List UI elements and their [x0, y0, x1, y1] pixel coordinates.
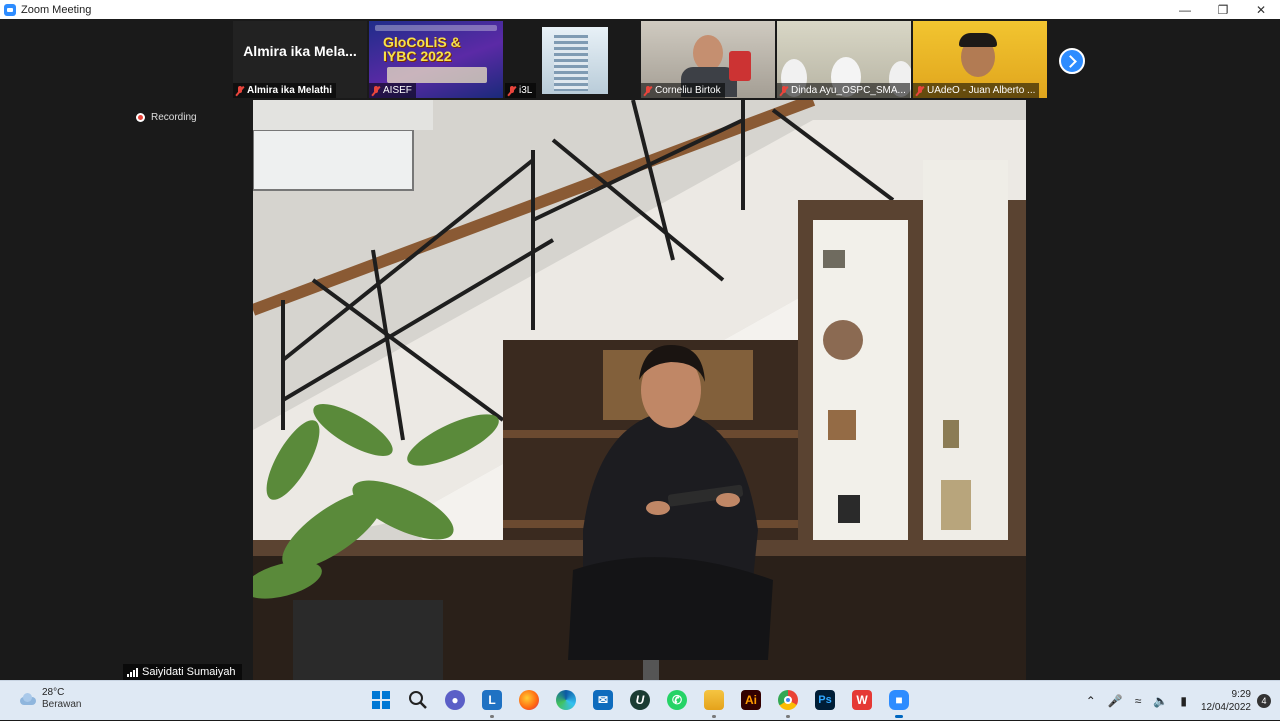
whatsapp-icon: ✆: [667, 690, 687, 710]
start-button[interactable]: [366, 685, 396, 715]
weather-temp: 28°C: [42, 687, 65, 698]
participant-name: UAdeO - Juan Alberto ...: [927, 85, 1036, 96]
poster-header-band: [375, 25, 497, 31]
battery-icon[interactable]: ▮: [1180, 694, 1187, 708]
letter-l-icon: L: [482, 690, 502, 710]
participant-thumbnail[interactable]: GloCoLiS & IYBC 2022 AISEF: [369, 21, 503, 98]
zoom-taskbar-button[interactable]: ■: [884, 685, 914, 718]
next-page-button[interactable]: [1059, 48, 1085, 74]
participant-name: Dinda Ayu_OSPC_SMA...: [791, 85, 906, 96]
mail-button[interactable]: ✉: [588, 685, 618, 715]
mic-muted-icon: [780, 85, 788, 96]
speaker-video-frame: [253, 100, 1026, 680]
clock-time: 9:29: [1231, 689, 1251, 700]
title-bar: Zoom Meeting — ❐ ✕: [0, 0, 1280, 19]
mic-muted-icon: [236, 85, 244, 96]
clock-date: 12/04/2022: [1200, 702, 1251, 713]
edge-button[interactable]: [551, 685, 581, 715]
upwork-button[interactable]: U: [625, 685, 655, 715]
recording-dot-icon: [136, 113, 145, 122]
wifi-icon[interactable]: ≈: [1135, 694, 1142, 708]
speaker-name-label: Saiyidati Sumaiyah: [123, 664, 242, 680]
close-button[interactable]: ✕: [1242, 0, 1280, 19]
recording-indicator[interactable]: Recording: [136, 112, 197, 123]
window-title: Zoom Meeting: [21, 3, 92, 16]
participant-thumbnail[interactable]: Dinda Ayu_OSPC_SMA...: [777, 21, 911, 98]
participant-thumbnail[interactable]: Almira ika Mela... Almira ika Melathi: [233, 21, 367, 98]
system-tray: ⌃ 🎤 ≈ 🔈 ▮ 9:29 12/04/2022 4: [1080, 681, 1280, 721]
participant-face: [693, 35, 723, 71]
chat-icon: ●: [445, 690, 465, 710]
search-icon: [409, 691, 427, 709]
photoshop-button[interactable]: Ps: [810, 685, 840, 715]
weather-widget[interactable]: 28°C Berawan: [18, 687, 81, 711]
file-explorer-button[interactable]: [699, 685, 729, 718]
chrome-icon: [778, 690, 798, 710]
poster-info-band: [387, 67, 487, 83]
participant-display-name: Almira ika Mela...: [243, 42, 357, 59]
participant-name: Almira ika Melathi: [247, 85, 333, 96]
signal-strength-icon: [127, 667, 138, 677]
wps-office-icon: W: [852, 690, 872, 710]
clock[interactable]: 9:29 12/04/2022: [1201, 688, 1251, 714]
poster-title: GloCoLiS & IYBC 2022: [383, 34, 461, 64]
upwork-icon: U: [630, 690, 650, 710]
microphone-icon[interactable]: 🎤: [1108, 694, 1123, 708]
zoom-app-icon: [4, 3, 16, 16]
meeting-area: Almira ika Mela... Almira ika Melathi Gl…: [0, 19, 1280, 680]
search-button[interactable]: [403, 685, 433, 715]
participant-thumbnail[interactable]: i3L: [505, 21, 639, 98]
lexi-app-button[interactable]: L: [477, 685, 507, 718]
wps-office-button[interactable]: W: [847, 685, 877, 715]
maximize-button[interactable]: ❐: [1204, 0, 1242, 19]
participant-hair: [959, 33, 997, 47]
participant-name: AISEF: [383, 85, 412, 96]
minimize-button[interactable]: —: [1166, 0, 1204, 19]
photoshop-icon: Ps: [815, 690, 835, 710]
whatsapp-button[interactable]: ✆: [662, 685, 692, 715]
illustrator-icon: Ai: [741, 690, 761, 710]
illustrator-button[interactable]: Ai: [736, 685, 766, 715]
mail-icon: ✉: [593, 690, 613, 710]
zoom-icon: ■: [889, 690, 909, 710]
mic-muted-icon: [916, 85, 924, 96]
participant-strip: Almira ika Mela... Almira ika Melathi Gl…: [233, 21, 1047, 98]
teams-chat-button[interactable]: ●: [440, 685, 470, 715]
participant-thumbnail[interactable]: Corneliu Birtok: [641, 21, 775, 98]
cloud-icon: [18, 693, 36, 705]
chevron-up-icon[interactable]: ⌃: [1086, 694, 1096, 708]
participant-name: i3L: [519, 85, 533, 96]
participant-name: Corneliu Birtok: [655, 85, 721, 96]
firefox-button[interactable]: [514, 685, 544, 715]
participant-thumbnail[interactable]: UAdeO - Juan Alberto ...: [913, 21, 1047, 98]
mic-muted-icon: [372, 85, 380, 96]
mic-muted-icon: [508, 85, 516, 96]
firefox-icon: [519, 690, 539, 710]
edge-icon: [556, 690, 576, 710]
chrome-button[interactable]: [773, 685, 803, 718]
notification-badge[interactable]: 4: [1257, 694, 1271, 708]
mic-muted-icon: [644, 85, 652, 96]
recording-label: Recording: [151, 112, 197, 123]
weather-condition: Berawan: [42, 699, 82, 710]
windows-logo-icon: [372, 691, 390, 709]
volume-icon[interactable]: 🔈: [1153, 694, 1168, 708]
held-object: [729, 51, 751, 81]
active-speaker-video: [253, 100, 1026, 680]
building-image: [542, 27, 608, 94]
folder-icon: [704, 690, 724, 710]
windows-taskbar: 28°C Berawan ● L ✉ U ✆ Ai Ps W ■ ⌃ 🎤 ≈ 🔈…: [0, 680, 1280, 720]
speaker-name: Saiyidati Sumaiyah: [142, 666, 236, 678]
